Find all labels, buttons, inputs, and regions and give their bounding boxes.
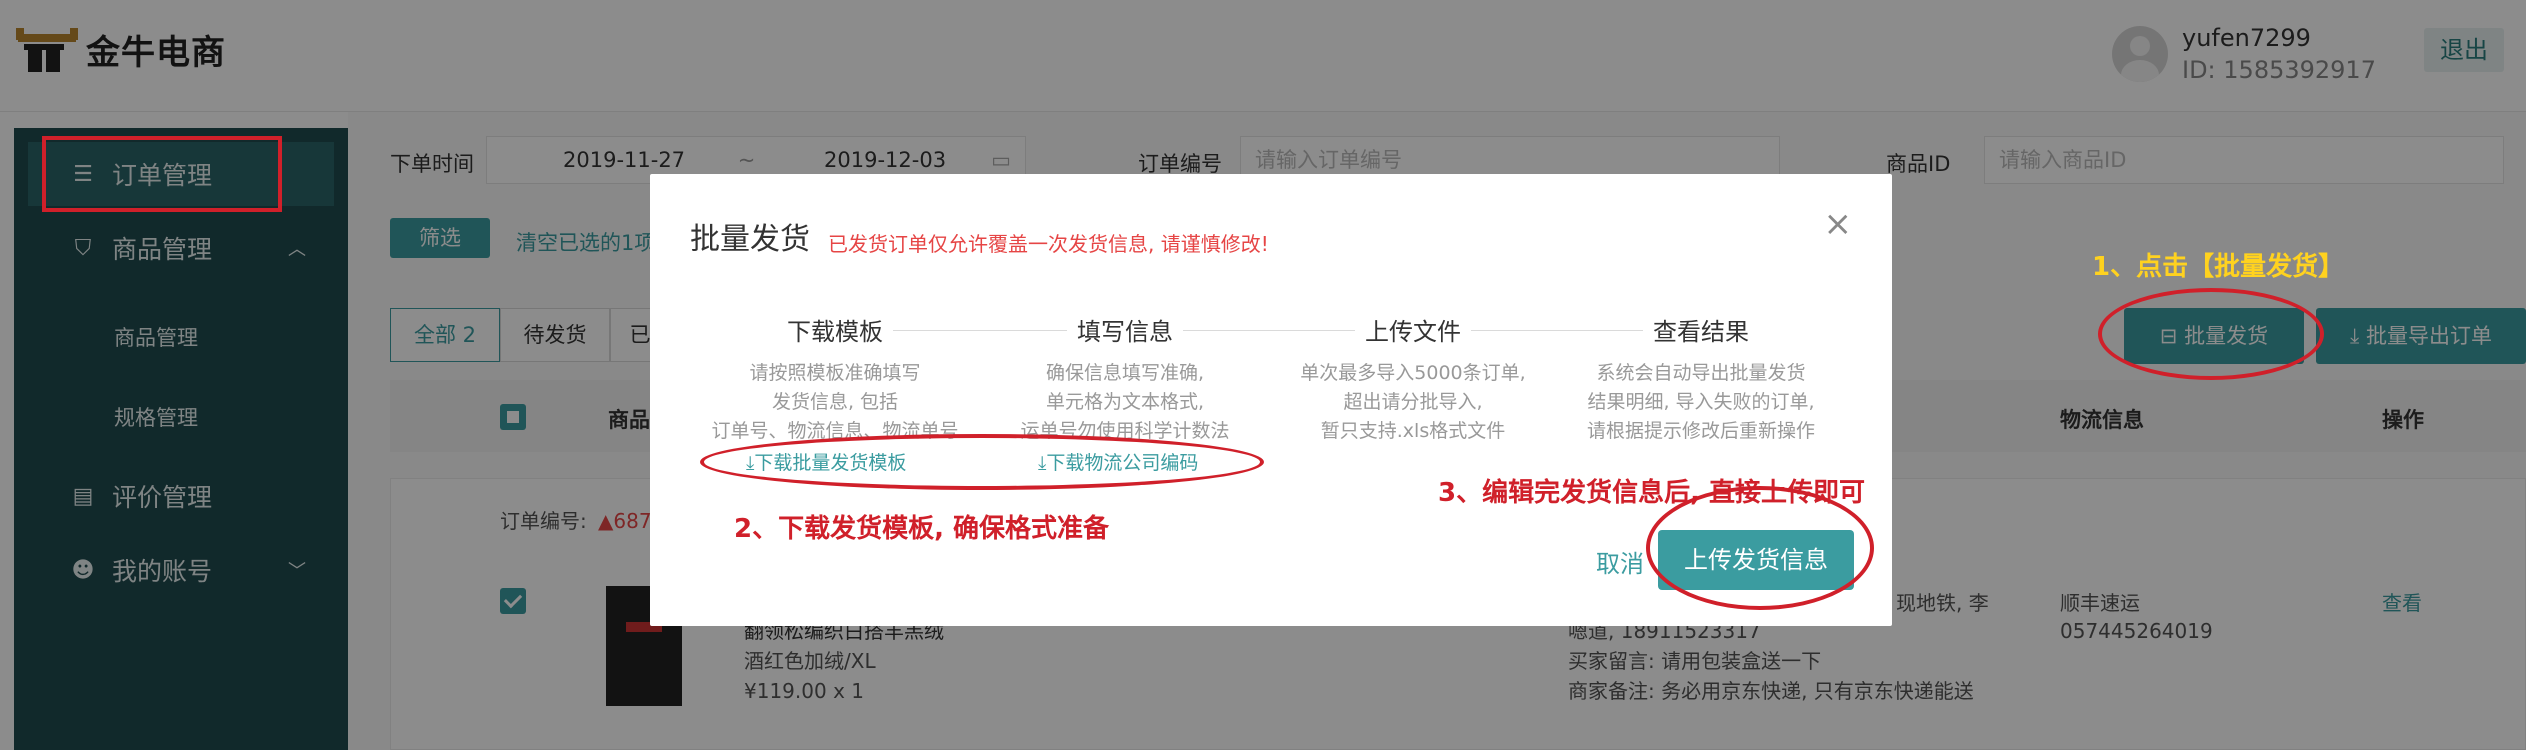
step-title: 填写信息 [1067, 312, 1183, 347]
step-desc-line: 确保信息填写准确, [1045, 362, 1205, 384]
dialog-title: 批量发货 [690, 222, 810, 257]
step-desc-line: 请按照模板准确填写 [749, 362, 921, 384]
step-desc-line: 暂只支持.xls格式文件 [1320, 420, 1506, 442]
step-desc-line: 请根据提示修改后重新操作 [1586, 420, 1815, 442]
highlight-ring-batch-ship [2098, 288, 2324, 380]
cancel-button[interactable]: 取消 [1596, 544, 1644, 579]
highlight-box-orders [42, 136, 282, 212]
annotation-step3: 3、编辑完发货信息后, 直接上传即可 [1438, 478, 1866, 508]
step-desc-line: 单次最多导入5000条订单, [1300, 362, 1526, 384]
dialog-warning: 已发货订单仅允许覆盖一次发货信息, 请谨慎修改! [828, 232, 1269, 256]
step-desc-line: 单元格为文本格式, [1045, 391, 1205, 413]
step-fill-info: 填写信息 确保信息填写准确, 单元格为文本格式, 运单号勿使用科学计数法 [980, 312, 1270, 446]
step-title: 查看结果 [1643, 312, 1759, 347]
annotation-step1: 1、点击【批量发货】 [2092, 252, 2345, 282]
step-desc-line: 系统会自动导出批量发货 [1596, 362, 1806, 384]
step-desc-line: 发货信息, 包括 [771, 391, 899, 413]
step-desc-line: 结果明细, 导入失败的订单, [1587, 391, 1815, 413]
step-download-template: 下载模板 请按照模板准确填写 发货信息, 包括 订单号、物流信息、物流单号 [690, 312, 980, 446]
step-upload-file: 上传文件 单次最多导入5000条订单, 超出请分批导入, 暂只支持.xls格式文… [1268, 312, 1558, 446]
step-title: 下载模板 [777, 312, 893, 347]
close-icon[interactable]: × [1824, 204, 1853, 244]
highlight-ring-download-links [700, 434, 1264, 490]
step-title: 上传文件 [1355, 312, 1471, 347]
annotation-step2: 2、下载发货模板, 确保格式准备 [734, 514, 1110, 544]
step-desc-line: 超出请分批导入, [1343, 391, 1483, 413]
step-view-result: 查看结果 系统会自动导出批量发货 结果明细, 导入失败的订单, 请根据提示修改后… [1556, 312, 1846, 446]
